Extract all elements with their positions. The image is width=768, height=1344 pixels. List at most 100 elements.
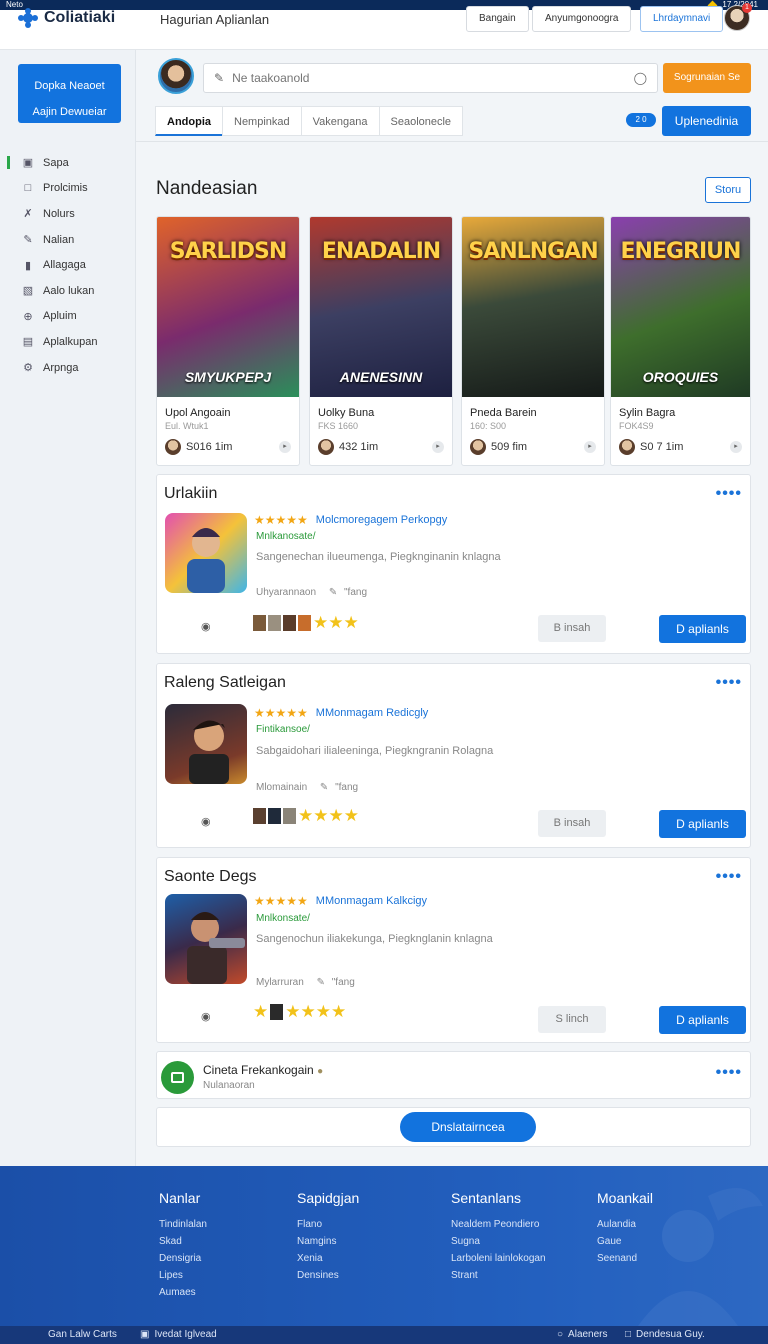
screenshot-thumbs: ★ ★★★★ [253, 1002, 346, 1022]
app-section-title: Raleng Satleigan [164, 674, 286, 691]
header-button-1[interactable]: Bangain [466, 6, 529, 32]
footer-link[interactable]: Lipes [159, 1267, 207, 1284]
app-logo[interactable]: Coliatiaki [18, 8, 115, 28]
tab-vakengana[interactable]: Vakengana [300, 106, 380, 136]
footer-link[interactable]: Strant [451, 1267, 546, 1284]
footer-link[interactable]: Seenand [597, 1250, 653, 1267]
game-cover-title: ENADALIN [321, 239, 441, 264]
update-button[interactable]: Uplenedinia [662, 106, 751, 136]
sidebar-item-apluim[interactable]: ⊕ Apluim [0, 304, 136, 330]
box-icon: ▧ [22, 285, 34, 298]
circle-icon: ○ [557, 1329, 564, 1340]
more-options-icon[interactable]: •••• [716, 868, 742, 886]
notification-badge: 1 [742, 3, 752, 13]
download-button[interactable]: D aplianls [659, 810, 746, 838]
store-button[interactable]: Storu [705, 177, 751, 203]
divider [136, 141, 768, 142]
game-stat: S016 1im [186, 441, 233, 453]
footer-link[interactable]: Tindinlalan [159, 1216, 207, 1233]
bottom-link-label: Gan Lalw Carts [48, 1329, 117, 1340]
sidebar-item-prolcimis[interactable]: □ Prolcimis [0, 176, 136, 202]
footer-column: Nanlar Tindinlalan Skad Densigria Lipes … [159, 1190, 207, 1301]
pen-icon: ✎ [23, 234, 33, 247]
footer-link[interactable]: Densines [297, 1267, 359, 1284]
sidebar-item-arpnga[interactable]: ⚙ Arpnga [0, 355, 136, 381]
game-card[interactable]: ENADALIN ANENESINN Uolky Buna FKS 1660 4… [309, 216, 453, 466]
sidebar-item-aplalkupan[interactable]: ▤ Aplalkupan [0, 329, 136, 355]
footer-link[interactable]: Gaue [597, 1233, 653, 1250]
app-minor-text: Uhyarannaon [256, 587, 317, 598]
sidebar-item-label: Nalian [43, 233, 75, 246]
footer-link[interactable]: Flano [297, 1216, 359, 1233]
thumb-image [268, 808, 281, 824]
footer-link[interactable]: Namgins [297, 1233, 359, 1250]
chevron-right-icon[interactable]: ▸ [730, 441, 742, 453]
star-rating-icon: ★★★★★ [254, 706, 308, 720]
chevron-right-icon[interactable]: ▸ [279, 441, 291, 453]
game-stat: S0 7 1im [640, 441, 684, 453]
game-cover: ENEGRIUN OROQUIES [611, 217, 750, 397]
count-pill: 2 0 [626, 113, 656, 127]
thumb-image [270, 1004, 284, 1020]
download-button[interactable]: D aplianls [659, 1006, 746, 1034]
secondary-button[interactable]: B insah [538, 810, 606, 837]
footer-column-title: Moankail [597, 1190, 654, 1206]
edit-icon[interactable]: ✎ [320, 782, 328, 793]
tab-nempinkad[interactable]: Nempinkad [222, 106, 302, 136]
footer-link[interactable]: Larboleni lainlokogan [451, 1250, 546, 1267]
header-button-3[interactable]: Lhrdaymnavi [640, 6, 724, 32]
developer-name[interactable]: Molcmoregagem Perkopgy [316, 514, 447, 526]
search-button[interactable]: Sogrunaian Se [663, 63, 751, 93]
secondary-button[interactable]: B insah [538, 615, 606, 642]
promo-button[interactable]: Dopka Neaoet Aajin Dewueiar [18, 64, 121, 123]
game-card[interactable]: SARLIDSN SMYUKPEPJ Upol Angoain Eul. Wtu… [156, 216, 300, 466]
star-rating-icon: ★★★★★ [254, 513, 308, 527]
sidebar-item-sapa[interactable]: ▣ Sapa [0, 150, 136, 176]
load-more-button[interactable]: Dnslatairncea [400, 1112, 536, 1142]
square-icon: □ [24, 182, 32, 195]
footer-link[interactable]: Aulandia [597, 1216, 653, 1233]
sidebar-item-nalian[interactable]: ✎ Nalian [0, 227, 136, 253]
profile-avatar[interactable] [158, 58, 194, 94]
footer-link[interactable]: Sugna [451, 1233, 546, 1250]
game-meta: FOK4S9 [619, 421, 654, 431]
search-input[interactable] [232, 71, 626, 85]
sidebar-item-aalo-lukan[interactable]: ▧ Aalo lukan [0, 278, 136, 304]
footer-link[interactable]: Densigria [159, 1250, 207, 1267]
header-button-2[interactable]: Anyumgonoogra [532, 6, 632, 32]
game-card[interactable]: SANLNGAN Pneda Barein 160: S00 509 fim ▸ [461, 216, 605, 466]
footer-link[interactable]: Aumaes [159, 1284, 207, 1301]
more-options-icon[interactable]: •••• [716, 1064, 742, 1082]
footer-link[interactable]: Xenia [297, 1250, 359, 1267]
mini-listing[interactable]: Cineta Frekankogain ● Nulanaoran •••• [156, 1051, 751, 1099]
promo-line-2: Aajin Dewueiar [32, 106, 107, 118]
tab-andopia[interactable]: Andopia [155, 106, 223, 136]
sidebar-item-allagaga[interactable]: ▮ Allagaga [0, 252, 136, 278]
developer-name[interactable]: MMonmagam Kalkcigy [316, 895, 427, 907]
bottom-link[interactable]: □ Dendesua Guy. [625, 1326, 705, 1344]
bottom-link[interactable]: Gan Lalw Carts [48, 1326, 117, 1344]
thumb-image [298, 615, 311, 631]
bottom-link[interactable]: ○ Alaeners [557, 1326, 608, 1344]
sidebar-item-label: Nolurs [43, 207, 75, 220]
edit-icon[interactable]: ✎ [329, 587, 337, 598]
rating-row: ★★★★★ Molcmoregagem Perkopgy [254, 513, 447, 527]
chevron-right-icon[interactable]: ▸ [584, 441, 596, 453]
sidebar-item-nolurs[interactable]: ✗ Nolurs [0, 201, 136, 227]
footer-link[interactable]: Nealdem Peondiero [451, 1216, 546, 1233]
developer-name[interactable]: MMonmagam Redicgly [316, 707, 428, 719]
tab-seaolonecle[interactable]: Seaolonecle [378, 106, 464, 136]
load-more-container: Dnslatairncea [156, 1107, 751, 1147]
footer-link[interactable]: Skad [159, 1233, 207, 1250]
download-button[interactable]: D aplianls [659, 615, 746, 643]
dashboard-icon: ▣ [22, 157, 34, 170]
secondary-button[interactable]: S linch [538, 1006, 606, 1033]
edit-icon[interactable]: ✎ [317, 977, 325, 988]
more-options-icon[interactable]: •••• [716, 485, 742, 503]
chat-icon[interactable]: ◯ [634, 71, 647, 85]
publisher-icon [165, 439, 181, 455]
more-options-icon[interactable]: •••• [716, 674, 742, 692]
chevron-right-icon[interactable]: ▸ [432, 441, 444, 453]
game-card[interactable]: ENEGRIUN OROQUIES Sylin Bagra FOK4S9 S0 … [610, 216, 751, 466]
bottom-link[interactable]: ▣ Ivedat Iglvead [140, 1326, 217, 1344]
